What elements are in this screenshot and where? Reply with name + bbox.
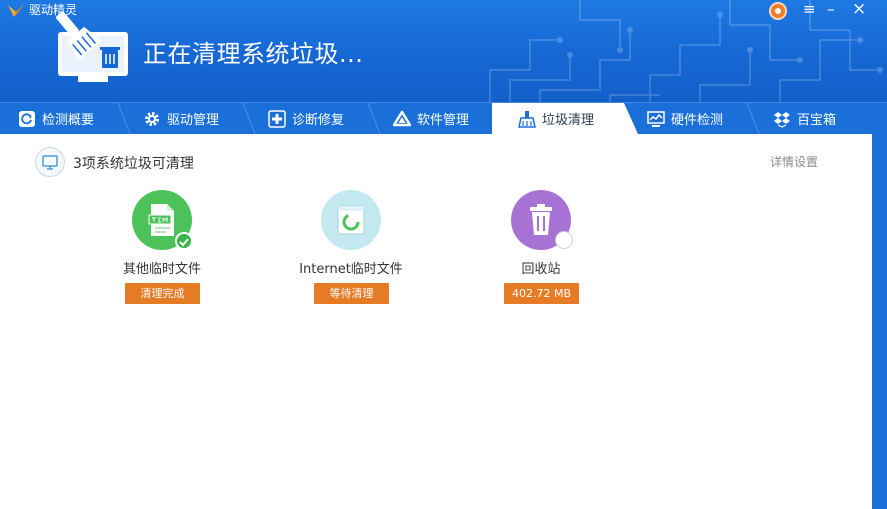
minimize-button[interactable]: – xyxy=(827,0,835,18)
computer-icon-graphic xyxy=(42,155,58,170)
check-mark xyxy=(179,238,189,247)
tab-divider xyxy=(117,103,131,134)
cleanup-item-label: 其他临时文件 xyxy=(122,262,201,277)
dropbox-icon xyxy=(774,111,790,128)
cleanup-item-label: Internet临时文件 xyxy=(299,262,403,277)
tab-software-management[interactable]: 软件管理 xyxy=(393,103,503,134)
user-avatar-icon[interactable] xyxy=(769,2,787,20)
cleanup-item-temp-files[interactable]: 其他临时文件 清理完成 xyxy=(97,190,227,310)
tab-label: 百宝箱 xyxy=(797,113,837,128)
cleanup-panel: 3项系统垃圾可清理 详情设置 其他临时文件 清理完成 Internet临时文件 … xyxy=(0,134,887,509)
cleanup-item-recycle-bin[interactable]: 回收站 402.72 MB xyxy=(476,190,606,310)
menu-icon[interactable]: ≡ xyxy=(803,0,816,18)
tab-label: 垃圾清理 xyxy=(542,113,595,128)
browser-cache-icon xyxy=(321,190,381,250)
cleaning-monitor-icon xyxy=(55,12,128,82)
completed-check-icon xyxy=(175,232,193,250)
tab-label: 硬件检测 xyxy=(671,113,724,128)
triangle-logo-icon xyxy=(393,110,411,126)
title-bar: 驱动精灵 正在清理系统垃圾... ≡ – × xyxy=(0,0,887,102)
cleanup-summary: 3项系统垃圾可清理 xyxy=(73,156,194,172)
tab-diagnose-repair[interactable]: 诊断修复 xyxy=(268,103,378,134)
cleanup-status-text: 正在清理系统垃圾... xyxy=(143,40,364,68)
tab-divider xyxy=(367,103,381,134)
tab-label: 检测概要 xyxy=(42,113,95,128)
tab-label: 诊断修复 xyxy=(292,113,345,128)
cleanup-item-label: 回收站 xyxy=(521,262,561,277)
pending-status-icon xyxy=(555,231,573,249)
tab-hardware-detection[interactable]: 硬件检测 xyxy=(647,103,757,134)
tab-junk-cleanup[interactable]: 垃圾清理 xyxy=(492,103,638,134)
tab-divider xyxy=(746,103,760,134)
tab-toolbox[interactable]: 百宝箱 xyxy=(773,103,873,134)
refresh-icon xyxy=(19,110,35,127)
tab-label: 软件管理 xyxy=(417,113,470,128)
computer-icon xyxy=(35,147,65,177)
details-settings-link[interactable]: 详情设置 xyxy=(770,153,818,170)
cleanup-status-badge: 清理完成 xyxy=(125,283,200,304)
medical-cross-icon xyxy=(268,109,286,128)
broom-icon xyxy=(518,110,536,128)
tab-driver-management[interactable]: 驱动管理 xyxy=(143,103,253,134)
tab-divider xyxy=(242,103,256,134)
gear-icon xyxy=(145,111,159,126)
cleanup-item-internet-temp-files[interactable]: Internet临时文件 等待清理 xyxy=(286,190,416,310)
tab-overview[interactable]: 检测概要 xyxy=(18,103,128,134)
circuit-pattern-decoration xyxy=(489,0,883,102)
cleanup-size-badge: 402.72 MB xyxy=(504,283,579,304)
browser-cache-graphic xyxy=(337,205,365,235)
close-button[interactable]: × xyxy=(852,0,866,18)
app-logo-icon xyxy=(8,4,24,17)
tab-label: 驱动管理 xyxy=(167,113,220,128)
main-tab-bar: 检测概要 驱动管理 诊断修复 软件管理 垃圾清理 硬件检测 百宝箱 xyxy=(0,102,887,134)
cleanup-status-badge: 等待清理 xyxy=(314,283,389,304)
window-right-border xyxy=(872,134,887,509)
monitor-chart-icon xyxy=(647,110,665,127)
